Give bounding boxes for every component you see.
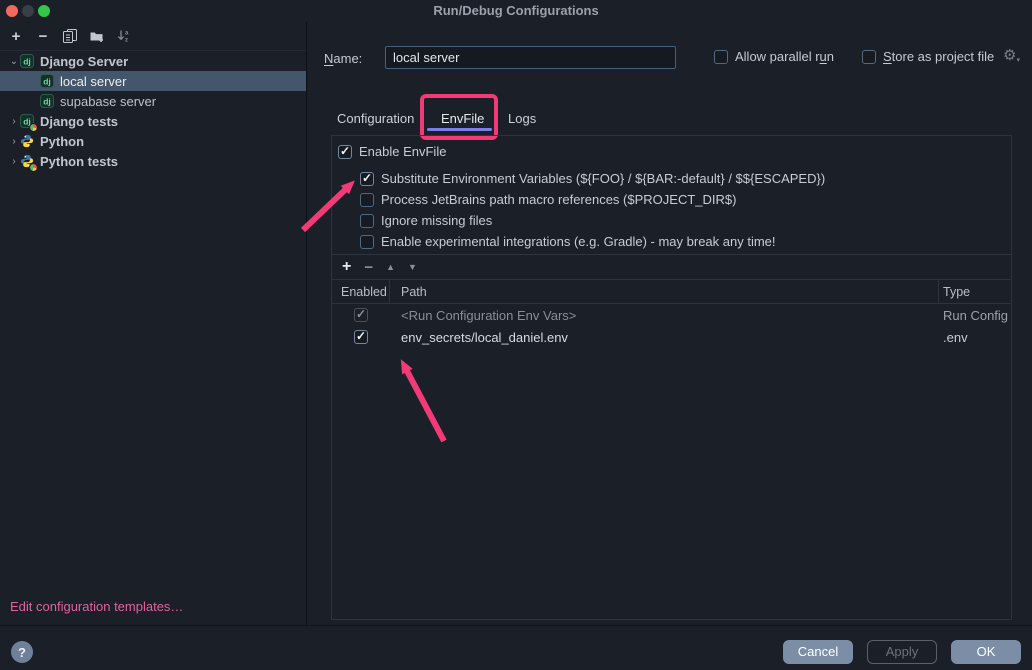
chevron-right-icon[interactable]: › xyxy=(8,116,20,127)
remove-env-file-icon[interactable]: − xyxy=(364,259,373,276)
row-type: Run Config xyxy=(943,308,1008,323)
column-header-type: Type xyxy=(939,280,1011,303)
svg-text:z: z xyxy=(125,38,128,44)
svg-text:dj: dj xyxy=(43,97,51,107)
tree-item-python[interactable]: › Python xyxy=(0,131,306,151)
checkbox[interactable] xyxy=(360,172,374,186)
row-path: env_secrets/local_daniel.env xyxy=(401,330,568,345)
remove-configuration-icon[interactable]: − xyxy=(35,28,51,44)
store-as-project-file-label: Store as project file xyxy=(883,49,994,64)
env-files-table: + − ▲ ▼ Enabled Path Type <Run Configura… xyxy=(332,254,1011,619)
tab-envfile[interactable]: EnvFile xyxy=(441,109,484,129)
column-header-path: Path xyxy=(390,280,939,303)
checkbox[interactable] xyxy=(862,50,876,64)
allow-parallel-run-checkbox[interactable]: Allow parallel run xyxy=(714,49,834,64)
row-type: .env xyxy=(943,330,968,345)
option-label: Substitute Environment Variables (${FOO}… xyxy=(381,171,825,186)
tab-logs[interactable]: Logs xyxy=(508,109,536,129)
selected-tab-underline xyxy=(427,128,492,131)
copy-configuration-icon[interactable] xyxy=(62,28,78,44)
table-row-run-config-env-vars[interactable]: <Run Configuration Env Vars> Run Config xyxy=(332,304,1011,326)
django-icon: dj xyxy=(40,94,54,108)
name-input[interactable] xyxy=(385,46,676,69)
tree-item-django-tests[interactable]: › dj Django tests xyxy=(0,111,306,131)
table-header: Enabled Path Type xyxy=(332,280,1011,304)
new-folder-icon[interactable] xyxy=(89,28,105,44)
tree-item-python-tests[interactable]: › Python tests xyxy=(0,151,306,171)
option-label: Enable EnvFile xyxy=(359,144,446,159)
option-label: Ignore missing files xyxy=(381,213,492,228)
window-title: Run/Debug Configurations xyxy=(0,3,1032,18)
configurations-sidebar: + − az ⌄ dj Django Server dj xyxy=(0,22,307,625)
tree-item-label: Python tests xyxy=(40,154,118,169)
column-header-enabled: Enabled xyxy=(332,280,390,303)
tree-item-label: Django Server xyxy=(40,54,128,69)
tree-item-label: supabase server xyxy=(60,94,156,109)
sort-configurations-icon[interactable]: az xyxy=(116,28,132,44)
configuration-editor: Name: Allow parallel run Store as projec… xyxy=(308,22,1032,625)
substitute-env-vars-checkbox[interactable]: Substitute Environment Variables (${FOO}… xyxy=(360,168,1011,189)
enable-envfile-checkbox[interactable]: Enable EnvFile xyxy=(338,141,1011,162)
help-button[interactable]: ? xyxy=(11,641,33,663)
store-as-project-file-checkbox[interactable]: Store as project file xyxy=(862,49,994,64)
ignore-missing-files-checkbox[interactable]: Ignore missing files xyxy=(360,210,1011,231)
tree-item-label: local server xyxy=(60,74,126,89)
ok-button[interactable]: OK xyxy=(951,640,1021,664)
row-path: <Run Configuration Env Vars> xyxy=(401,308,576,323)
title-bar: Run/Debug Configurations xyxy=(0,0,1032,22)
run-debug-configurations-dialog: Run/Debug Configurations + − az ⌄ dj Dja… xyxy=(0,0,1032,670)
edit-configuration-templates-link[interactable]: Edit configuration templates… xyxy=(10,599,183,614)
add-env-file-icon[interactable]: + xyxy=(342,258,351,276)
django-icon: dj xyxy=(40,74,54,88)
tree-item-local-server[interactable]: dj local server xyxy=(0,71,306,91)
option-label: Process JetBrains path macro references … xyxy=(381,192,736,207)
env-files-table-toolbar: + − ▲ ▼ xyxy=(332,255,1011,280)
gear-icon[interactable]: ⚙▾ xyxy=(1003,46,1020,64)
dialog-footer: ? Cancel Apply OK xyxy=(0,625,1032,670)
checkbox[interactable] xyxy=(360,214,374,228)
tree-item-supabase-server[interactable]: dj supabase server xyxy=(0,91,306,111)
python-icon xyxy=(20,134,34,148)
tree-item-label: Python xyxy=(40,134,84,149)
allow-parallel-run-label: Allow parallel run xyxy=(735,49,834,64)
apply-button[interactable]: Apply xyxy=(867,640,937,664)
checkbox[interactable] xyxy=(714,50,728,64)
configurations-tree: ⌄ dj Django Server dj local server dj su… xyxy=(0,51,306,171)
table-row-env-secrets-file[interactable]: env_secrets/local_daniel.env .env xyxy=(332,326,1011,348)
django-tests-icon: dj xyxy=(20,114,34,128)
svg-text:a: a xyxy=(125,31,129,37)
row-enabled-checkbox[interactable] xyxy=(354,308,368,322)
python-tests-icon xyxy=(20,154,34,168)
option-label: Enable experimental integrations (e.g. G… xyxy=(381,234,776,249)
chevron-right-icon[interactable]: › xyxy=(8,136,20,147)
checkbox[interactable] xyxy=(338,145,352,159)
django-icon: dj xyxy=(20,54,34,68)
chevron-right-icon[interactable]: › xyxy=(8,156,20,167)
envfile-tab-panel: Enable EnvFile Substitute Environment Va… xyxy=(331,135,1012,620)
tree-item-label: Django tests xyxy=(40,114,118,129)
svg-text:dj: dj xyxy=(23,57,31,67)
row-enabled-checkbox[interactable] xyxy=(354,330,368,344)
process-path-macros-checkbox[interactable]: Process JetBrains path macro references … xyxy=(360,189,1011,210)
checkbox[interactable] xyxy=(360,193,374,207)
chevron-down-icon[interactable]: ⌄ xyxy=(8,56,20,67)
tab-configuration[interactable]: Configuration xyxy=(337,109,414,129)
name-label: Name: xyxy=(324,51,362,66)
cancel-button[interactable]: Cancel xyxy=(783,640,853,664)
add-configuration-icon[interactable]: + xyxy=(8,28,24,44)
move-down-icon[interactable]: ▼ xyxy=(408,262,417,272)
move-up-icon[interactable]: ▲ xyxy=(386,262,395,272)
tests-badge xyxy=(30,124,37,131)
sidebar-toolbar: + − az xyxy=(0,22,306,51)
tree-item-django-server[interactable]: ⌄ dj Django Server xyxy=(0,51,306,71)
experimental-integrations-checkbox[interactable]: Enable experimental integrations (e.g. G… xyxy=(360,231,1011,252)
tests-badge xyxy=(30,164,37,171)
svg-text:dj: dj xyxy=(43,77,51,87)
checkbox[interactable] xyxy=(360,235,374,249)
